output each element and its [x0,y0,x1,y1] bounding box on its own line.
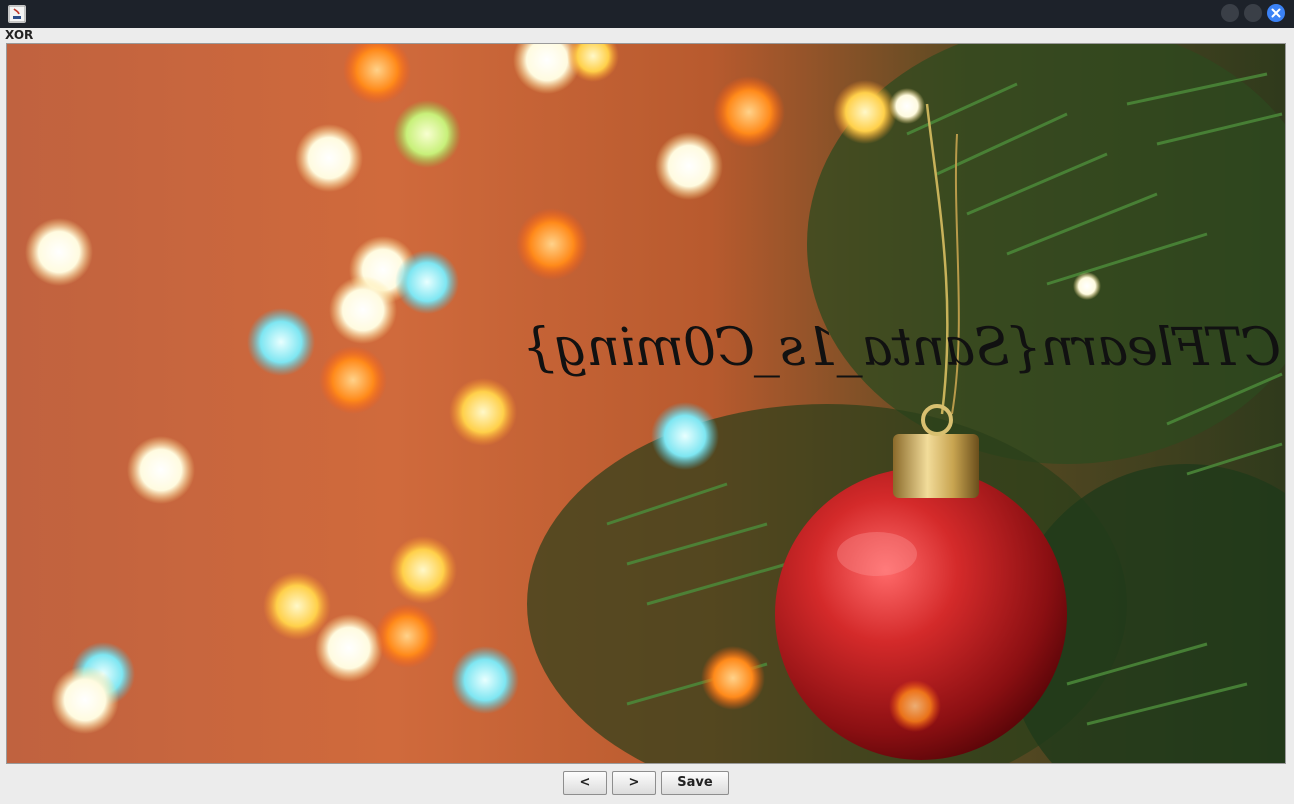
close-button[interactable] [1267,4,1285,22]
window-content: XOR CTFlearn{Santa_1s_C0ming} < > Save [0,28,1294,804]
next-button[interactable]: > [612,771,656,795]
panel-title: XOR [5,28,34,42]
close-icon [1271,8,1281,18]
save-button[interactable]: Save [661,771,729,795]
christmas-ornament-photo [7,44,1285,763]
image-view: CTFlearn{Santa_1s_C0ming} [6,43,1286,764]
maximize-button[interactable] [1244,4,1262,22]
title-bar [0,0,1294,28]
flag-overlay-text: CTFlearn{Santa_1s_C0ming} [523,318,1281,378]
minimize-button[interactable] [1221,4,1239,22]
previous-button[interactable]: < [563,771,607,795]
java-app-icon [8,5,26,23]
